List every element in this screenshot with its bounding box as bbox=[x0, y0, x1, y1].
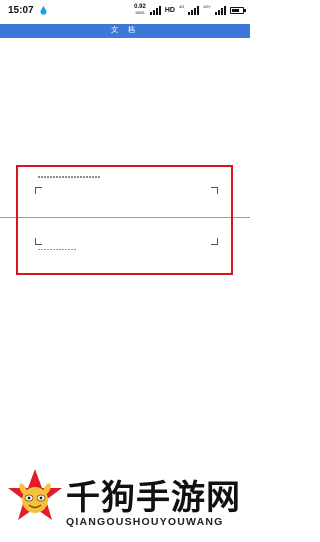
document-text-preview-2 bbox=[38, 249, 76, 250]
scan-frame bbox=[16, 165, 233, 275]
brand-url: QIANGOUSHOUYOUWANG bbox=[66, 516, 224, 528]
brand-name: 千狗手游网 bbox=[66, 478, 241, 518]
notification-drop-icon bbox=[40, 6, 47, 15]
wifi-signal-icon bbox=[149, 5, 161, 15]
hd-label: HD bbox=[164, 6, 175, 14]
status-time: 15:07 bbox=[8, 5, 34, 16]
net-speed-unit: KB/S bbox=[135, 10, 145, 15]
sim1-label: 4G bbox=[178, 3, 185, 9]
status-icons: 0.92 KB/S HD 4G 4G+ bbox=[134, 3, 246, 16]
document-text-preview bbox=[38, 176, 100, 178]
network-speed: 0.92 KB/S bbox=[134, 4, 146, 16]
page-title: 文 档 bbox=[111, 27, 139, 34]
sim1-signal-icon bbox=[188, 5, 200, 15]
battery-level bbox=[232, 8, 239, 12]
corner-bottom-right bbox=[211, 238, 218, 245]
title-bar: 文 档 bbox=[0, 24, 250, 38]
corner-top-left bbox=[35, 187, 42, 194]
brand-logo-icon bbox=[8, 469, 62, 520]
corner-bottom-left bbox=[35, 238, 42, 245]
status-bar: 15:07 0.92 KB/S HD 4G 4G+ bbox=[0, 0, 250, 22]
watermark: 千狗手游网 QIANGOUSHOUYOUWANG bbox=[0, 466, 250, 542]
sim2-signal-icon bbox=[215, 5, 226, 15]
corner-top-right bbox=[211, 187, 218, 194]
battery-icon bbox=[230, 6, 246, 14]
sim2-label: 4G+ bbox=[203, 3, 211, 9]
